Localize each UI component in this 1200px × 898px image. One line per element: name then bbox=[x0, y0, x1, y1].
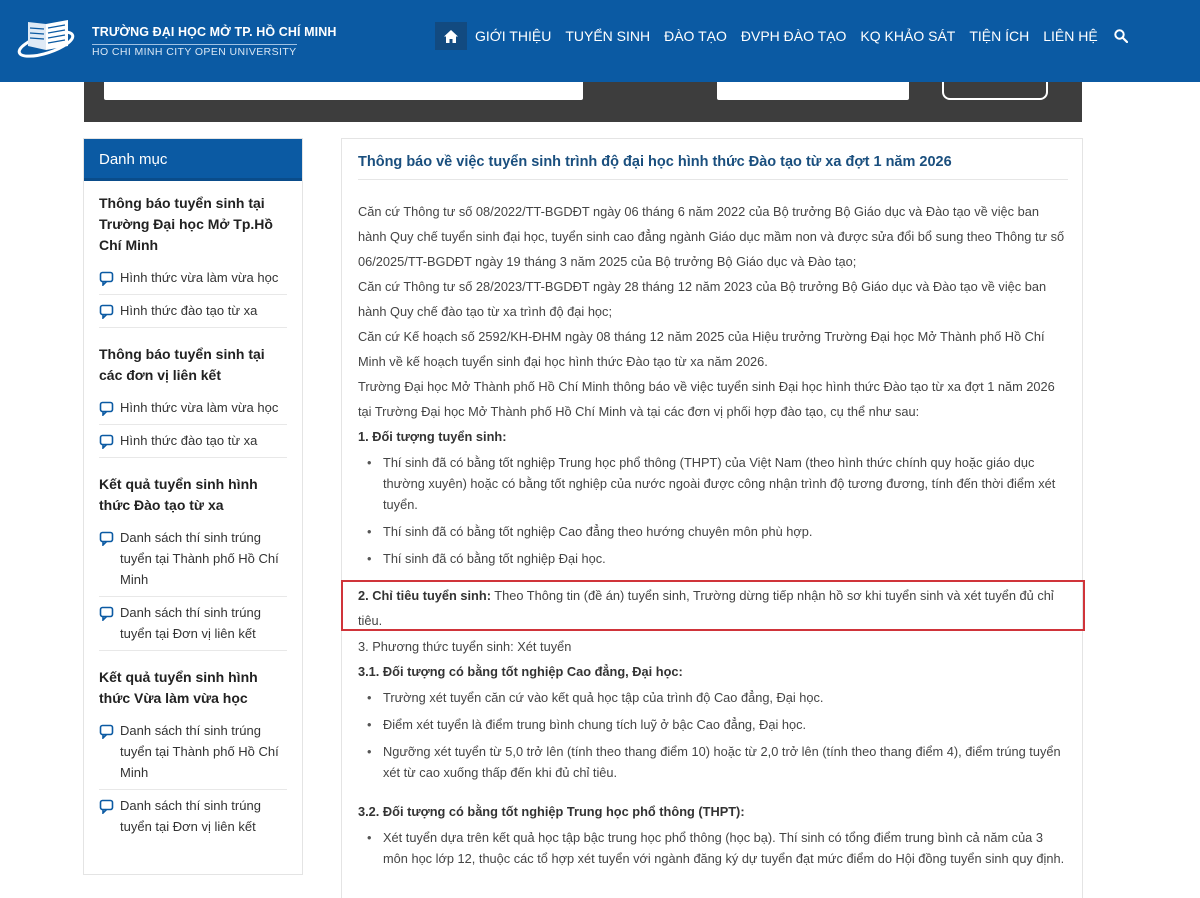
list-item: Xét tuyển dựa trên kết quả học tập bậc t… bbox=[367, 827, 1070, 869]
paragraph-legal-basis-2: Căn cứ Thông tư số 28/2023/TT-BGDĐT ngày… bbox=[358, 279, 1047, 319]
list-item: Thí sinh đã có bằng tốt nghiệp Cao đẳng … bbox=[367, 521, 1070, 542]
nav-item-kq-khao-sat[interactable]: KQ KHẢO SÁT bbox=[860, 22, 955, 50]
list-item: Trường xét tuyển căn cứ vào kết quả học … bbox=[367, 687, 1070, 708]
sidebar-item-label: Hình thức đào tạo từ xa bbox=[120, 303, 258, 318]
section-3-2-heading: 3.2. Đối tượng có bằng tốt nghiệp Trung … bbox=[358, 804, 745, 819]
chat-bubble-icon bbox=[99, 303, 115, 320]
section-3-2-list: Xét tuyển dựa trên kết quả học tập bậc t… bbox=[358, 827, 1070, 869]
chat-bubble-icon bbox=[99, 530, 115, 547]
nav-item-lien-he[interactable]: LIÊN HỆ bbox=[1043, 22, 1097, 50]
list-item: Ngưỡng xét tuyển từ 5,0 trở lên (tính th… bbox=[367, 741, 1070, 783]
sidebar-item-label: Hình thức đào tạo từ xa bbox=[120, 433, 258, 448]
highlight-box bbox=[341, 580, 1085, 631]
article-panel: Thông báo về việc tuyển sinh trình độ đạ… bbox=[341, 138, 1083, 898]
paragraph-legal-basis-3: Căn cứ Kế hoạch số 2592/KH-ĐHM ngày 08 t… bbox=[358, 329, 1045, 369]
sidebar-title: Danh mục bbox=[84, 139, 302, 181]
section-3-1-list: Trường xét tuyển căn cứ vào kết quả học … bbox=[358, 687, 1070, 783]
sidebar-section-title: Thông báo tuyển sinh tại các đơn vị liên… bbox=[99, 346, 265, 383]
nav-item-dvph-dao-tao[interactable]: ĐVPH ĐÀO TẠO bbox=[741, 22, 847, 50]
sidebar-item-label: Danh sách thí sinh trúng tuyển tại Thành… bbox=[120, 530, 279, 587]
nav-item-tuyen-sinh[interactable]: TUYỂN SINH bbox=[565, 22, 650, 50]
chat-bubble-icon bbox=[99, 270, 115, 287]
section-3-1-heading: 3.1. Đối tượng có bằng tốt nghiệp Cao đẳ… bbox=[358, 664, 683, 679]
list-item: Thí sinh đã có bằng tốt nghiệp Trung học… bbox=[367, 452, 1070, 515]
nav-item-gioi-thieu[interactable]: GIỚI THIỆU bbox=[475, 22, 551, 50]
search-icon[interactable] bbox=[1112, 27, 1130, 45]
chat-bubble-icon bbox=[99, 605, 115, 622]
sidebar-item[interactable]: Hình thức đào tạo từ xa bbox=[99, 425, 287, 458]
section-3-paragraph: 3. Phương thức tuyển sinh: Xét tuyển bbox=[358, 634, 1070, 659]
sidebar: Danh mục Thông báo tuyển sinh tại Trường… bbox=[83, 138, 303, 875]
site-header: TRƯỜNG ĐẠI HỌC MỞ TP. HỒ CHÍ MINH HO CHI… bbox=[0, 0, 1200, 82]
article-body: Căn cứ Thông tư số 08/2022/TT-BGDĐT ngày… bbox=[358, 199, 1070, 875]
search-input[interactable] bbox=[104, 82, 583, 100]
sidebar-item-label: Danh sách thí sinh trúng tuyển tại Thành… bbox=[120, 723, 279, 780]
chat-bubble-icon bbox=[99, 433, 115, 450]
main-nav: GIỚI THIỆU TUYỂN SINH ĐÀO TẠO ĐVPH ĐÀO T… bbox=[435, 22, 1130, 50]
sidebar-item[interactable]: Danh sách thí sinh trúng tuyển tại Thành… bbox=[99, 715, 287, 790]
sidebar-item-label: Hình thức vừa làm vừa học bbox=[120, 270, 279, 285]
sidebar-section-title: Kết quả tuyển sinh hình thức Vừa làm vừa… bbox=[99, 669, 258, 706]
sidebar-section-title: Kết quả tuyển sinh hình thức Đào tạo từ … bbox=[99, 476, 258, 513]
chat-bubble-icon bbox=[99, 400, 115, 417]
section-1-heading: 1. Đối tượng tuyển sinh: bbox=[358, 429, 507, 444]
nav-item-dao-tao[interactable]: ĐÀO TẠO bbox=[664, 22, 727, 50]
article-title: Thông báo về việc tuyển sinh trình độ đạ… bbox=[358, 154, 1068, 180]
sidebar-section-title: Thông báo tuyển sinh tại Trường Đại học … bbox=[99, 195, 273, 253]
sidebar-item-label: Hình thức vừa làm vừa học bbox=[120, 400, 279, 415]
paragraph-announcement: Trường Đại học Mở Thành phố Hồ Chí Minh … bbox=[358, 379, 1055, 419]
filter-select[interactable] bbox=[717, 82, 909, 100]
search-band bbox=[84, 82, 1082, 122]
section-1-list: Thí sinh đã có bằng tốt nghiệp Trung học… bbox=[358, 452, 1070, 569]
sidebar-item[interactable]: Danh sách thí sinh trúng tuyển tại Thành… bbox=[99, 522, 287, 597]
list-item: Thí sinh đã có bằng tốt nghiệp Đại học. bbox=[367, 548, 1070, 569]
university-logo[interactable]: TRƯỜNG ĐẠI HỌC MỞ TP. HỒ CHÍ MINH HO CHI… bbox=[16, 16, 336, 66]
nav-home-button[interactable] bbox=[435, 22, 467, 50]
logo-title: TRƯỜNG ĐẠI HỌC MỞ TP. HỒ CHÍ MINH bbox=[92, 25, 337, 39]
section-3-heading: 3. Phương thức tuyển sinh: bbox=[358, 639, 514, 654]
ou-logo-icon bbox=[17, 20, 75, 58]
home-icon bbox=[444, 29, 458, 43]
search-button[interactable] bbox=[942, 82, 1048, 100]
logo-subtitle: HO CHI MINH CITY OPEN UNIVERSITY bbox=[92, 44, 297, 58]
sidebar-item-label: Danh sách thí sinh trúng tuyển tại Đơn v… bbox=[120, 798, 261, 834]
sidebar-menu: Thông báo tuyển sinh tại Trường Đại học … bbox=[84, 193, 302, 843]
sidebar-item[interactable]: Hình thức vừa làm vừa học bbox=[99, 392, 287, 425]
chat-bubble-icon bbox=[99, 798, 115, 815]
nav-item-tien-ich[interactable]: TIỆN ÍCH bbox=[969, 22, 1029, 50]
sidebar-item[interactable]: Hình thức vừa làm vừa học bbox=[99, 262, 287, 295]
section-3-text: Xét tuyển bbox=[513, 639, 572, 654]
list-item: Điểm xét tuyển là điểm trung bình chung … bbox=[367, 714, 1070, 735]
chat-bubble-icon bbox=[99, 723, 115, 740]
sidebar-item[interactable]: Danh sách thí sinh trúng tuyển tại Đơn v… bbox=[99, 597, 287, 651]
sidebar-item[interactable]: Hình thức đào tạo từ xa bbox=[99, 295, 287, 328]
sidebar-item[interactable]: Danh sách thí sinh trúng tuyển tại Đơn v… bbox=[99, 790, 287, 843]
sidebar-item-label: Danh sách thí sinh trúng tuyển tại Đơn v… bbox=[120, 605, 261, 641]
paragraph-legal-basis-1: Căn cứ Thông tư số 08/2022/TT-BGDĐT ngày… bbox=[358, 204, 1065, 269]
